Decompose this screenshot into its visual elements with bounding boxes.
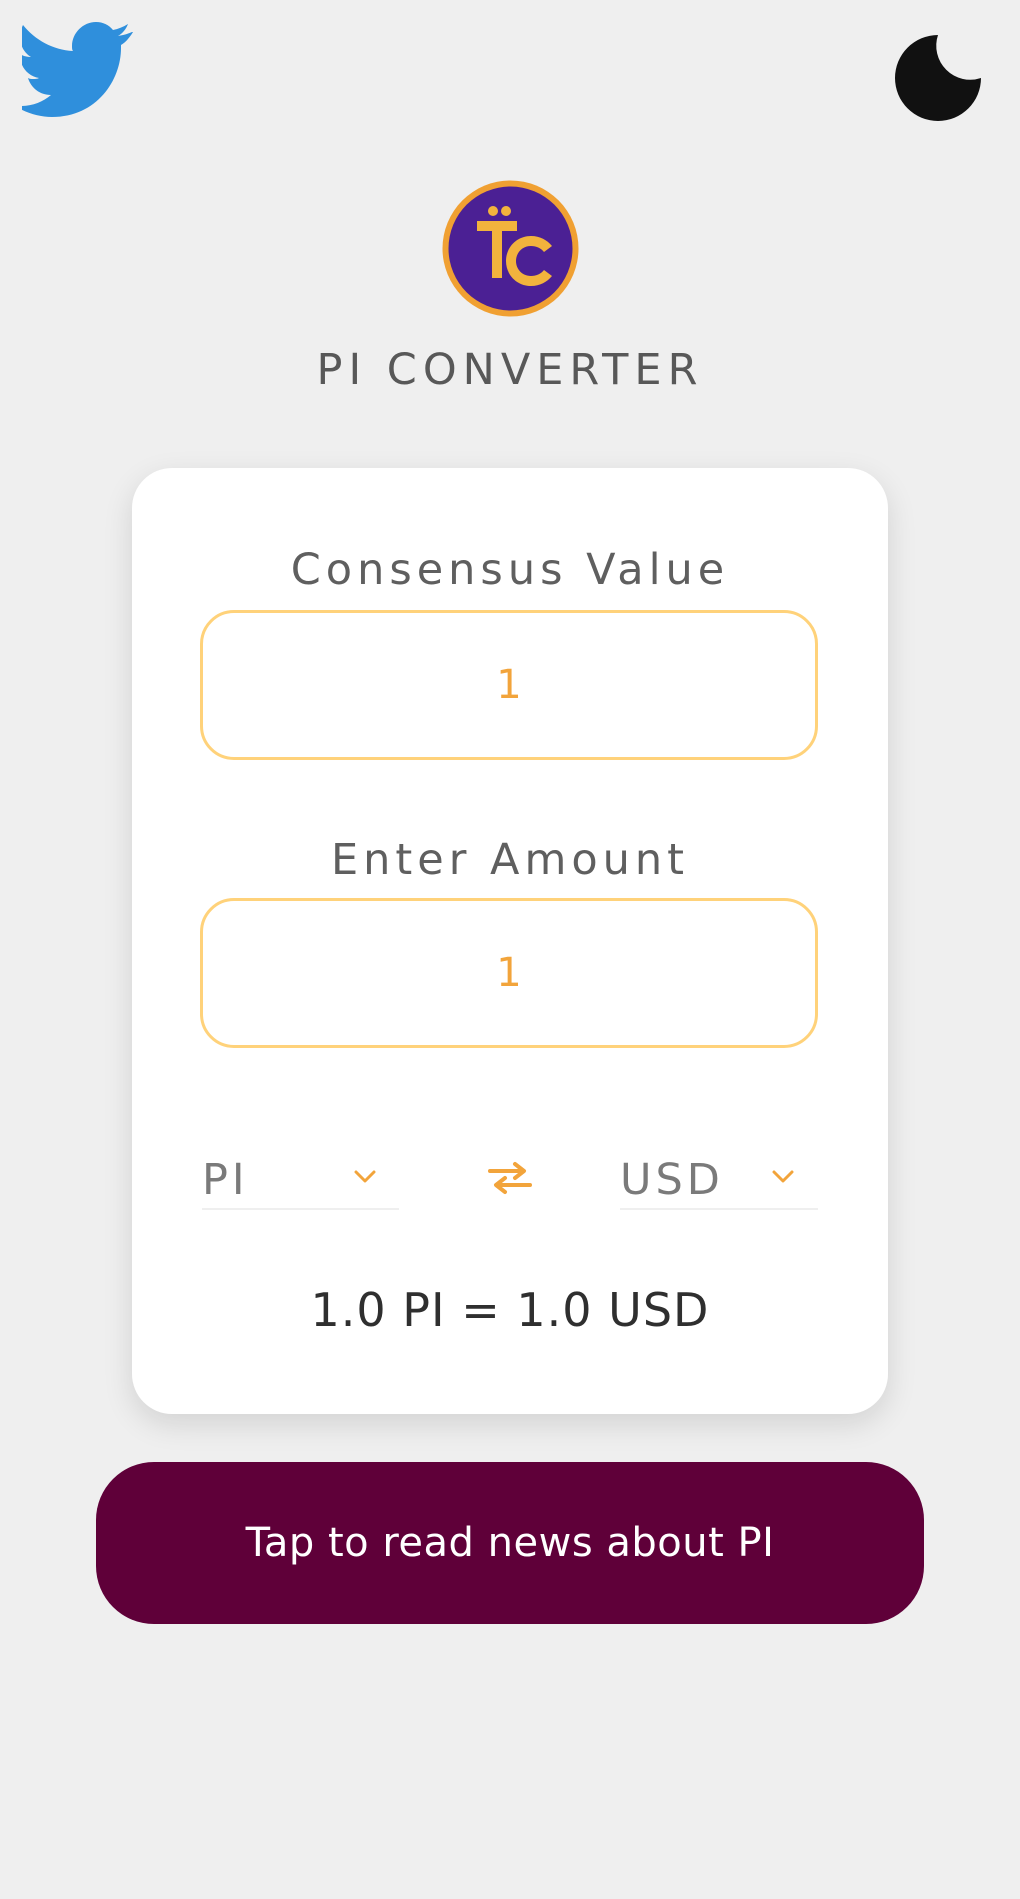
chevron-down-icon <box>772 1170 794 1183</box>
consensus-value-input[interactable]: 1 <box>200 610 818 760</box>
app-title: PI CONVERTER <box>316 345 704 395</box>
enter-amount-input[interactable]: 1 <box>200 898 818 1048</box>
from-currency-select[interactable]: PI <box>202 1150 399 1210</box>
swap-icon[interactable] <box>486 1160 534 1196</box>
chevron-down-icon <box>354 1170 376 1183</box>
read-news-button[interactable]: Tap to read news about PI <box>96 1462 924 1624</box>
moon-icon[interactable] <box>890 30 986 126</box>
twitter-icon[interactable] <box>22 20 134 124</box>
enter-amount-label: Enter Amount <box>330 835 690 885</box>
to-currency-value: USD <box>620 1155 724 1205</box>
from-currency-value: PI <box>202 1155 249 1205</box>
consensus-value-label: Consensus Value <box>290 545 730 595</box>
to-currency-select[interactable]: USD <box>620 1150 818 1210</box>
pi-logo <box>442 180 579 317</box>
conversion-result: 1.0 PI = 1.0 USD <box>310 1283 710 1337</box>
